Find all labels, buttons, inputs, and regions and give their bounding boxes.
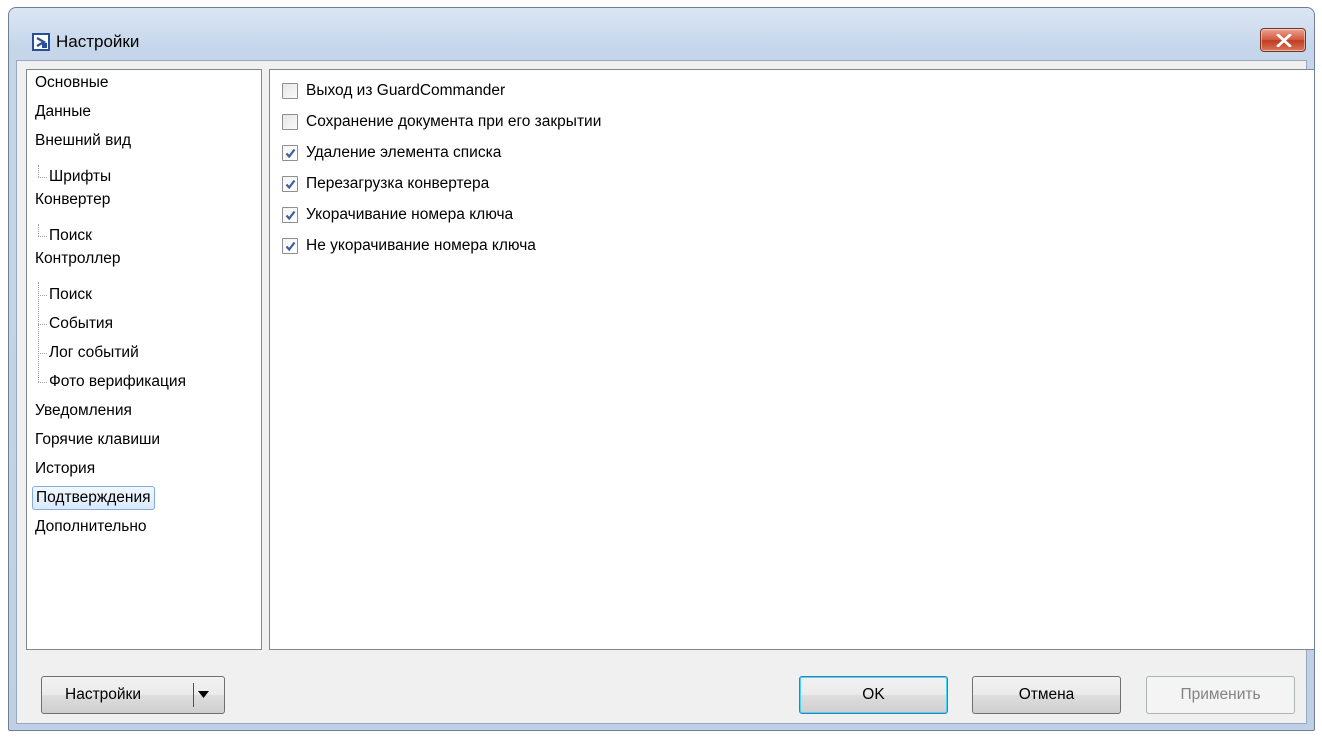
tree-item-events[interactable]: События: [46, 312, 116, 336]
confirm-no-shorten-key-option[interactable]: Не укорачивание номера ключа: [282, 234, 536, 258]
confirm-exit-checkbox[interactable]: [282, 83, 298, 99]
checkmark-icon: [285, 210, 296, 221]
tree-item-appearance[interactable]: Внешний вид: [32, 129, 134, 153]
close-icon: [1276, 34, 1292, 47]
tree-item-fonts[interactable]: Шрифты: [46, 165, 114, 189]
confirm-no-shorten-key-label: Не укорачивание номера ключа: [306, 237, 536, 254]
tree-item-confirmations[interactable]: Подтверждения: [32, 486, 155, 510]
tree-item-data[interactable]: Данные: [32, 100, 94, 124]
dialog-client-area: Основные Данные Внешний вид Шрифты Конве…: [16, 60, 1314, 724]
tree-item-converter-search[interactable]: Поиск: [46, 224, 95, 248]
apply-button[interactable]: Применить: [1146, 676, 1295, 714]
confirmations-panel: Выход из GuardCommander Сохранение докум…: [269, 69, 1314, 650]
confirm-delete-item-label: Удаление элемента списка: [306, 144, 502, 161]
tree-item-event-log[interactable]: Лог событий: [46, 341, 142, 365]
dropdown-arrow-icon[interactable]: [198, 691, 209, 698]
confirm-save-document-label: Сохранение документа при его закрытии: [306, 113, 602, 130]
window-title: Настройки: [56, 32, 140, 51]
settings-menu-label: Настройки: [65, 686, 142, 703]
confirm-delete-item-option[interactable]: Удаление элемента списка: [282, 141, 501, 165]
tree-item-converter[interactable]: Конвертер: [32, 188, 113, 212]
confirm-reboot-converter-label: Перезагрузка конвертера: [306, 175, 490, 192]
confirm-shorten-key-checkbox[interactable]: [282, 207, 298, 223]
split-divider: [193, 683, 194, 707]
settings-menu-button[interactable]: Настройки: [41, 676, 225, 714]
close-button[interactable]: [1260, 28, 1306, 52]
confirm-no-shorten-key-checkbox[interactable]: [282, 238, 298, 254]
cancel-button[interactable]: Отмена: [972, 676, 1121, 714]
settings-tree: Основные Данные Внешний вид Шрифты Конве…: [26, 69, 262, 650]
confirm-exit-option[interactable]: Выход из GuardCommander: [282, 79, 505, 103]
tree-item-notifications[interactable]: Уведомления: [32, 399, 135, 423]
tree-item-controller[interactable]: Контроллер: [32, 247, 124, 271]
tree-item-general[interactable]: Основные: [32, 71, 112, 95]
confirm-delete-item-checkbox[interactable]: [282, 145, 298, 161]
confirm-save-document-option[interactable]: Сохранение документа при его закрытии: [282, 110, 601, 134]
confirm-reboot-converter-checkbox[interactable]: [282, 176, 298, 192]
confirm-save-document-checkbox[interactable]: [282, 114, 298, 130]
title-bar[interactable]: Настройки: [9, 8, 1314, 60]
confirm-shorten-key-label: Укорачивание номера ключа: [306, 206, 514, 223]
tree-item-photo-verification[interactable]: Фото верификация: [46, 370, 189, 394]
confirm-reboot-converter-option[interactable]: Перезагрузка конвертера: [282, 172, 489, 196]
confirm-shorten-key-option[interactable]: Укорачивание номера ключа: [282, 203, 513, 227]
settings-dialog: Настройки Основные Данные Внешний вид Шр…: [8, 7, 1315, 731]
checkmark-icon: [285, 179, 296, 190]
checkmark-icon: [285, 241, 296, 252]
confirm-exit-label: Выход из GuardCommander: [306, 82, 506, 99]
tree-item-hotkeys[interactable]: Горячие клавиши: [32, 428, 163, 452]
tree-item-advanced[interactable]: Дополнительно: [32, 515, 150, 539]
tree-item-controller-search[interactable]: Поиск: [46, 283, 95, 307]
checkmark-icon: [285, 148, 296, 159]
ok-button[interactable]: OK: [799, 676, 948, 714]
tree-item-history[interactable]: История: [32, 457, 98, 481]
guardcommander-app-icon: [32, 33, 50, 51]
